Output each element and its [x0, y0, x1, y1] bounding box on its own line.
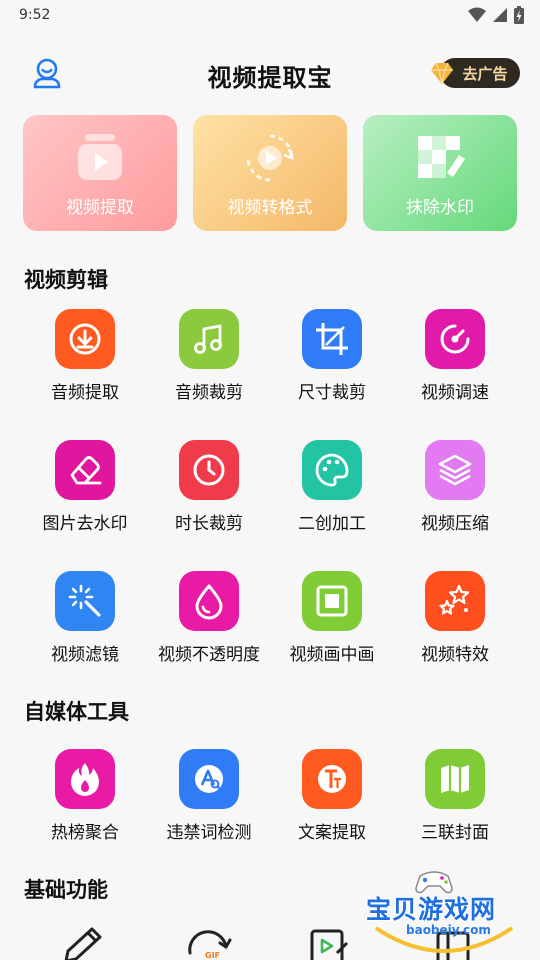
- layers-icon: [425, 440, 485, 500]
- status-icons: [468, 6, 524, 24]
- pencil-icon: [64, 927, 102, 960]
- tool-audio-extract[interactable]: 音频提取: [20, 309, 150, 409]
- tool-image-remove-watermark[interactable]: 图片去水印: [20, 440, 150, 540]
- video-edit-icon: [310, 929, 349, 960]
- flame-icon: [55, 749, 115, 809]
- status-bar: 9:52: [0, 0, 540, 32]
- wifi-icon: [468, 7, 486, 22]
- tool-video-compress[interactable]: 视频压缩: [390, 440, 520, 540]
- tool-picture-in-picture[interactable]: 视频画中画: [267, 571, 397, 671]
- status-time: 9:52: [19, 7, 51, 23]
- tool-video-speed[interactable]: 视频调速: [390, 309, 520, 409]
- tool-label: 违禁词检测: [166, 823, 252, 843]
- audio-download-icon: [55, 309, 115, 369]
- tool-label: 图片去水印: [42, 514, 128, 534]
- erase-watermark-card[interactable]: 抹除水印: [363, 115, 517, 231]
- watermark-title: 宝贝游戏网: [366, 895, 497, 924]
- erase-watermark-icon: [418, 136, 465, 178]
- tool-video-filter[interactable]: 视频滤镜: [20, 571, 150, 671]
- tool-label: 音频提取: [51, 383, 119, 403]
- section-title-video-edit: 视频剪辑: [24, 268, 108, 292]
- tool-label: 音频裁剪: [175, 383, 243, 403]
- text-search-icon: [179, 749, 239, 809]
- tool-remix[interactable]: 二创加工: [267, 440, 397, 540]
- tool-hot-list[interactable]: 热榜聚合: [20, 749, 150, 849]
- tool-banned-word-check[interactable]: 违禁词检测: [144, 749, 274, 849]
- card-label: 视频提取: [66, 198, 134, 218]
- basic-tool-video[interactable]: [307, 925, 357, 960]
- card-label: 抹除水印: [406, 198, 474, 218]
- tool-size-crop[interactable]: 尺寸裁剪: [267, 309, 397, 409]
- tool-label: 视频画中画: [289, 645, 375, 665]
- tool-triple-cover[interactable]: 三联封面: [390, 749, 520, 849]
- battery-charging-icon: [514, 6, 524, 24]
- video-play-icon: [78, 134, 122, 180]
- tool-label: 视频调速: [421, 383, 489, 403]
- video-extract-card[interactable]: 视频提取: [23, 115, 177, 231]
- section-title-self-media: 自媒体工具: [24, 700, 129, 724]
- tool-copy-extract[interactable]: 文案提取: [267, 749, 397, 849]
- tool-label: 三联封面: [421, 823, 489, 843]
- tool-label: 视频滤镜: [51, 645, 119, 665]
- tool-label: 视频压缩: [421, 514, 489, 534]
- signal-icon: [493, 8, 507, 22]
- palette-icon: [302, 440, 362, 500]
- tool-label: 时长裁剪: [175, 514, 243, 534]
- speed-icon: [425, 309, 485, 369]
- card-label: 视频转格式: [227, 198, 313, 218]
- svg-text:GIF: GIF: [205, 951, 220, 960]
- watermark-url: baobeiy.com: [406, 923, 491, 937]
- tool-label: 文案提取: [298, 823, 366, 843]
- section-title-basic: 基础功能: [24, 878, 108, 902]
- eraser-icon: [55, 440, 115, 500]
- basic-tool-edit[interactable]: [60, 925, 110, 960]
- map-icon: [425, 749, 485, 809]
- tool-label: 热榜聚合: [51, 823, 119, 843]
- tool-label: 视频不透明度: [158, 645, 260, 665]
- tool-label: 二创加工: [298, 514, 366, 534]
- video-convert-icon: [246, 134, 295, 182]
- remove-ads-button[interactable]: 去广告: [428, 58, 520, 88]
- tool-video-effects[interactable]: 视频特效: [390, 571, 520, 671]
- site-watermark: 宝贝游戏网 baobeiy.com: [362, 868, 522, 960]
- tool-label: 视频特效: [421, 645, 489, 665]
- tool-audio-trim[interactable]: 音频裁剪: [144, 309, 274, 409]
- tool-label: 尺寸裁剪: [298, 383, 366, 403]
- tool-video-opacity[interactable]: 视频不透明度: [144, 571, 274, 671]
- droplet-icon: [179, 571, 239, 631]
- magic-wand-icon: [55, 571, 115, 631]
- basic-tool-gif[interactable]: GIF: [184, 925, 234, 960]
- music-note-icon: [179, 309, 239, 369]
- refresh-gif-icon: GIF: [188, 930, 232, 960]
- diamond-icon: [431, 62, 453, 85]
- stars-icon: [425, 571, 485, 631]
- text-extract-icon: [302, 749, 362, 809]
- crop-icon: [302, 309, 362, 369]
- video-convert-card[interactable]: 视频转格式: [193, 115, 347, 231]
- pip-icon: [302, 571, 362, 631]
- tool-duration-trim[interactable]: 时长裁剪: [144, 440, 274, 540]
- clock-icon: [179, 440, 239, 500]
- app-header: 视频提取宝 去广告: [0, 50, 540, 96]
